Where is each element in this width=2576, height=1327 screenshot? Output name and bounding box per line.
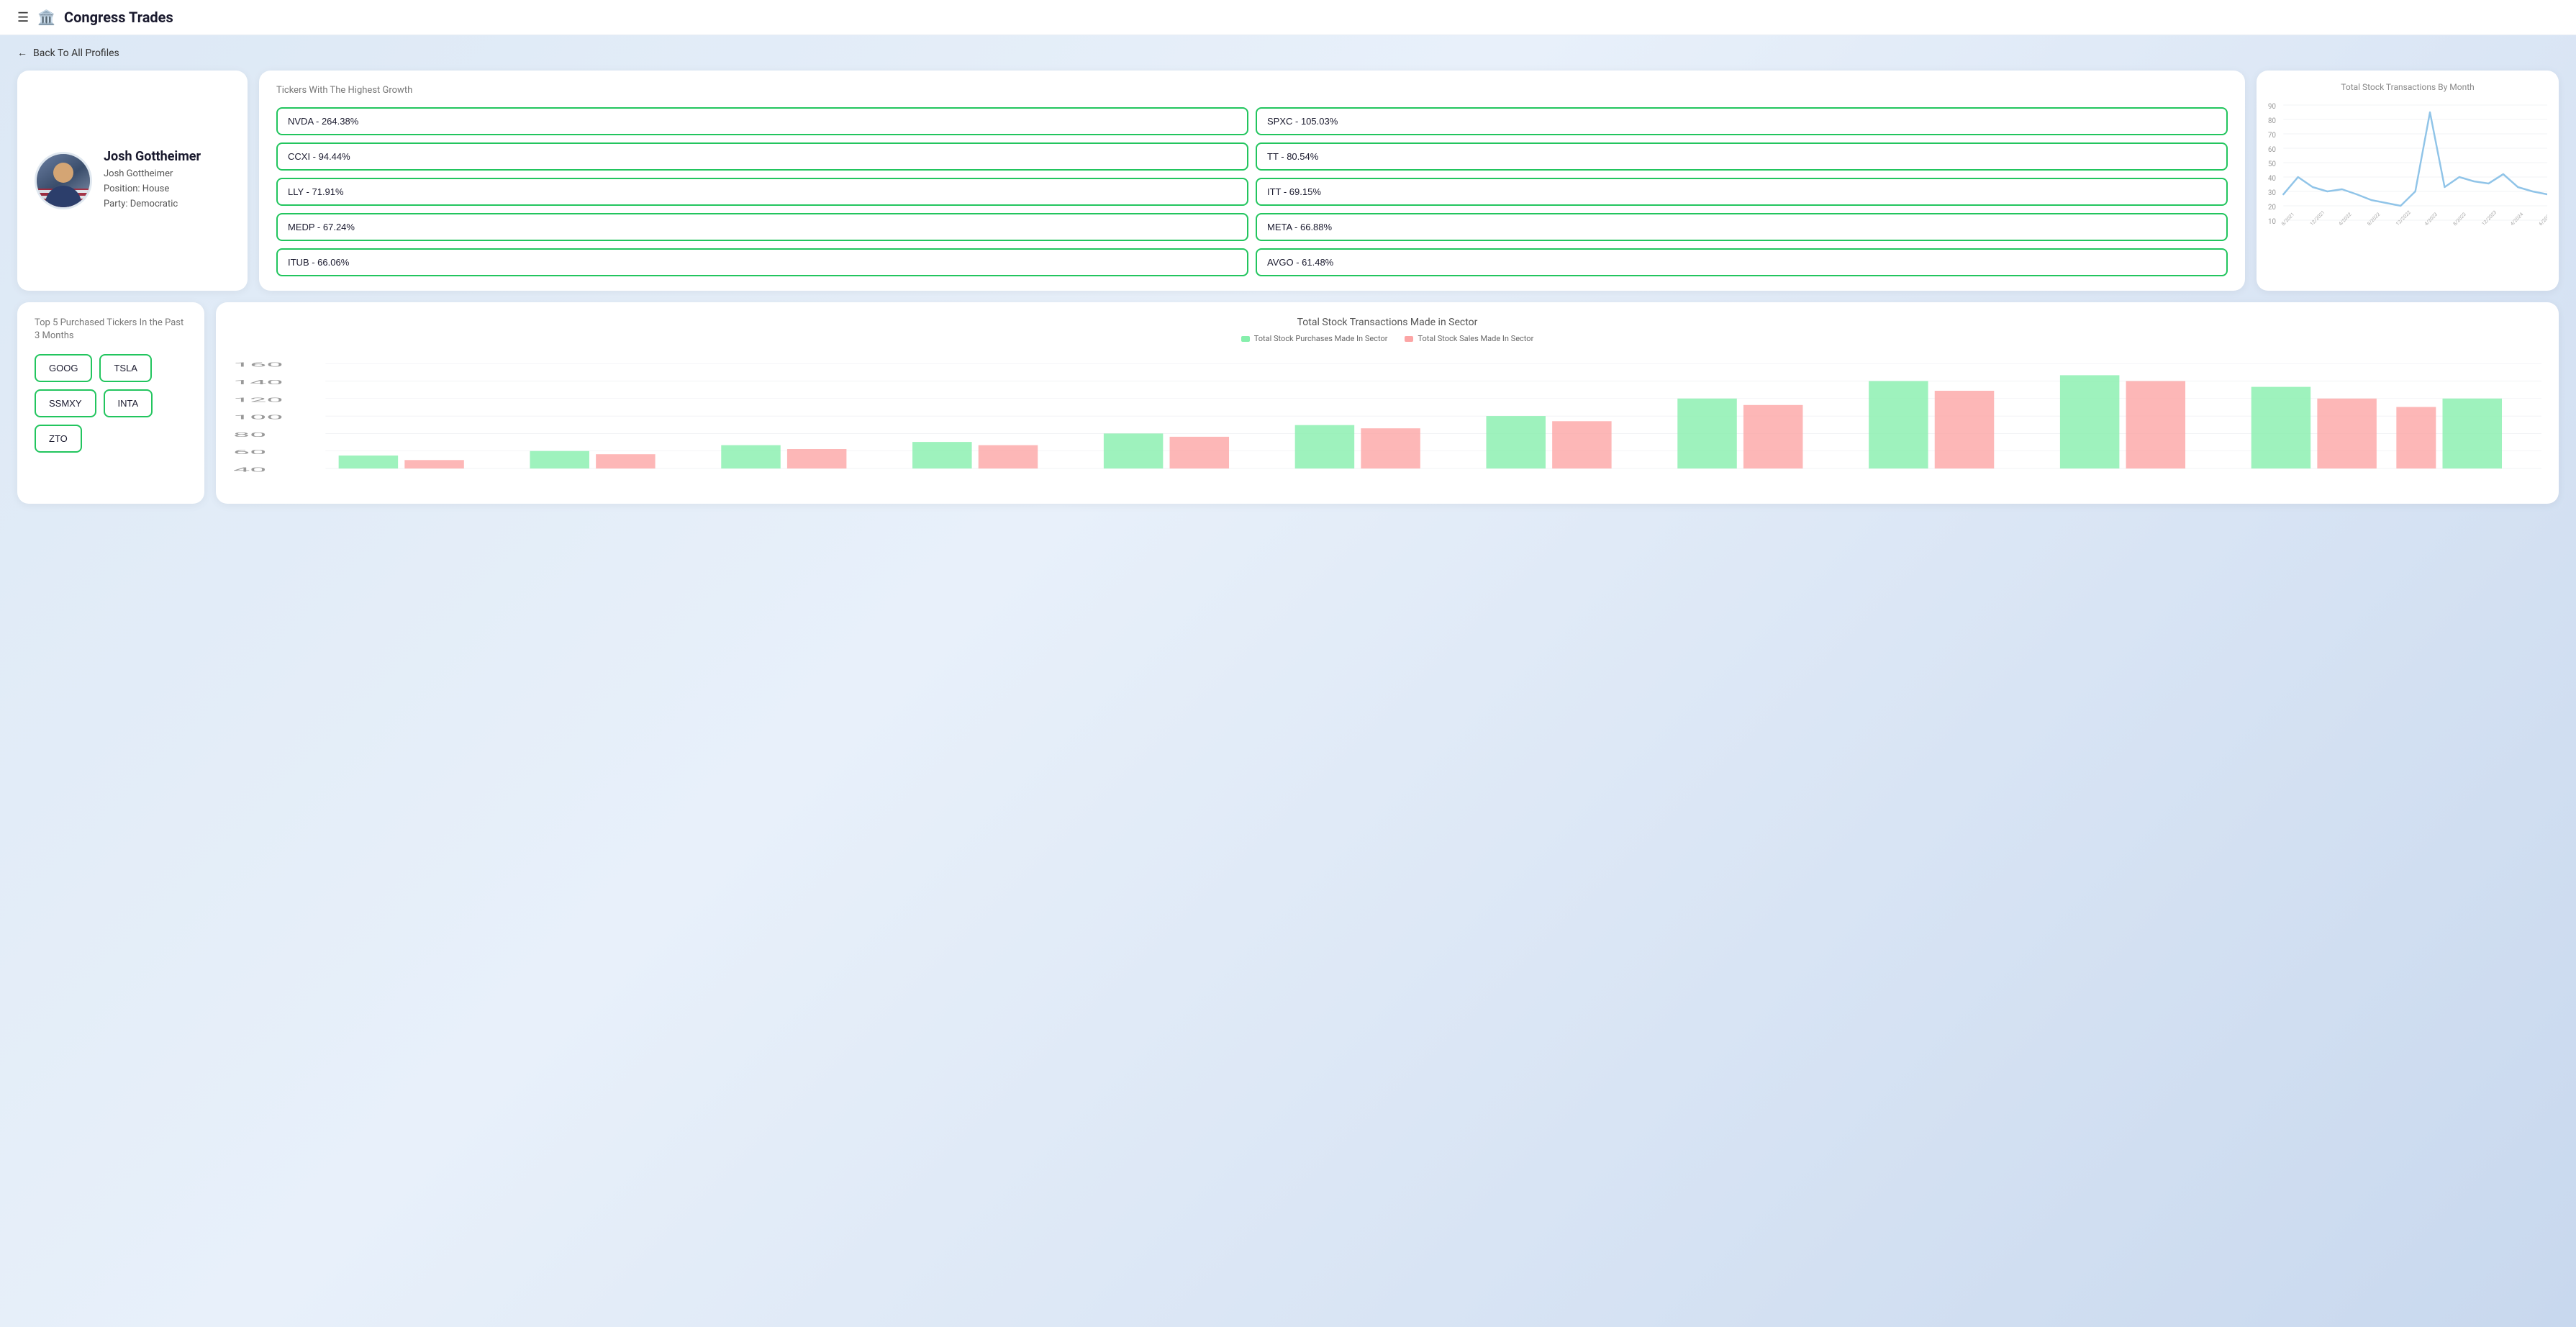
svg-text:4/2022: 4/2022	[2338, 212, 2353, 227]
ticker-button[interactable]: LLY - 71.91%	[276, 178, 1248, 206]
profile-full-name: Josh Gottheimer	[104, 167, 201, 182]
purchased-ticker-button[interactable]: SSMXY	[35, 389, 96, 417]
purchased-ticker-button[interactable]: INTA	[104, 389, 153, 417]
profile-position: Position: House	[104, 182, 201, 197]
hamburger-icon[interactable]: ☰	[17, 10, 29, 25]
svg-text:12/2021: 12/2021	[2309, 209, 2326, 227]
svg-text:80: 80	[233, 432, 266, 439]
profile-info: Josh Gottheimer Josh Gottheimer Position…	[104, 149, 201, 212]
legend-purchases-dot	[1241, 336, 1250, 342]
svg-text:30: 30	[2268, 189, 2276, 197]
legend-purchases: Total Stock Purchases Made In Sector	[1241, 334, 1388, 343]
sector-bar-chart: 40 60 80 100 120 140 160	[233, 352, 2541, 481]
app-title: Congress Trades	[64, 9, 173, 26]
growth-card: Tickers With The Highest Growth NVDA - 2…	[259, 71, 2245, 291]
svg-text:8/2023: 8/2023	[2452, 212, 2467, 227]
ticker-button[interactable]: TT - 80.54%	[1256, 142, 2228, 171]
ticker-row: SSMXY INTA	[35, 389, 187, 417]
sector-chart-card: Total Stock Transactions Made in Sector …	[216, 302, 2559, 504]
sector-chart-legend: Total Stock Purchases Made In Sector Tot…	[233, 334, 2541, 343]
profile-name: Josh Gottheimer	[104, 149, 201, 164]
svg-text:6/2024: 6/2024	[2538, 212, 2547, 227]
svg-text:40: 40	[2268, 175, 2276, 183]
back-arrow-icon: ←	[17, 47, 27, 59]
svg-text:50: 50	[2268, 160, 2276, 168]
svg-text:100: 100	[233, 414, 284, 421]
ticker-button[interactable]: AVGO - 61.48%	[1256, 248, 2228, 276]
svg-text:60: 60	[233, 449, 266, 456]
purchased-ticker-list: GOOGTSLASSMXYINTAZTO	[35, 354, 187, 453]
svg-text:8/2022: 8/2022	[2366, 212, 2381, 227]
avatar	[35, 152, 92, 209]
purchased-card-title: Top 5 Purchased Tickers In the Past 3 Mo…	[35, 317, 187, 343]
transactions-chart-card: Total Stock Transactions By Month 10 20 …	[2257, 71, 2559, 291]
svg-text:160: 160	[233, 361, 284, 368]
back-nav[interactable]: ← Back To All Profiles	[0, 35, 2576, 71]
svg-text:8/2021: 8/2021	[2280, 212, 2295, 227]
svg-text:140: 140	[233, 379, 284, 386]
svg-text:4/2024: 4/2024	[2509, 212, 2524, 227]
svg-text:10: 10	[2268, 218, 2276, 226]
app-header: ☰ 🏛️ Congress Trades	[0, 0, 2576, 35]
svg-text:40: 40	[233, 466, 266, 474]
legend-sales-dot	[1405, 336, 1413, 342]
legend-sales: Total Stock Sales Made In Sector	[1405, 334, 1533, 343]
svg-text:80: 80	[2268, 117, 2276, 125]
legend-purchases-label: Total Stock Purchases Made In Sector	[1254, 334, 1388, 343]
profile-card: Josh Gottheimer Josh Gottheimer Position…	[17, 71, 248, 291]
svg-text:60: 60	[2268, 146, 2276, 154]
ticker-button[interactable]: META - 66.88%	[1256, 213, 2228, 241]
bottom-row: Top 5 Purchased Tickers In the Past 3 Mo…	[17, 302, 2559, 504]
svg-text:90: 90	[2268, 103, 2276, 111]
ticker-button[interactable]: CCXI - 94.44%	[276, 142, 1248, 171]
ticker-button[interactable]: ITT - 69.15%	[1256, 178, 2228, 206]
svg-text:4/2023: 4/2023	[2423, 212, 2439, 227]
growth-card-title: Tickers With The Highest Growth	[276, 85, 2228, 96]
purchased-ticker-button[interactable]: ZTO	[35, 425, 82, 453]
svg-text:12/2023: 12/2023	[2481, 209, 2498, 227]
svg-text:12/2022: 12/2022	[2395, 209, 2412, 227]
back-nav-label: Back To All Profiles	[33, 47, 119, 59]
profile-party: Party: Democratic	[104, 197, 201, 212]
svg-text:120: 120	[233, 397, 284, 404]
sector-chart-title: Total Stock Transactions Made in Sector	[233, 317, 2541, 328]
purchased-ticker-button[interactable]: GOOG	[35, 354, 92, 382]
svg-text:20: 20	[2268, 204, 2276, 212]
purchased-ticker-button[interactable]: TSLA	[99, 354, 152, 382]
logo-icon: 🏛️	[37, 9, 55, 26]
ticker-button[interactable]: MEDP - 67.24%	[276, 213, 1248, 241]
top-row: Josh Gottheimer Josh Gottheimer Position…	[17, 71, 2559, 291]
transactions-chart-title: Total Stock Transactions By Month	[2268, 82, 2547, 92]
ticker-button[interactable]: SPXC - 105.03%	[1256, 107, 2228, 135]
ticker-button[interactable]: ITUB - 66.06%	[276, 248, 1248, 276]
ticker-grid: NVDA - 264.38% SPXC - 105.03% CCXI - 94.44…	[276, 107, 2228, 276]
main-content: Josh Gottheimer Josh Gottheimer Position…	[0, 71, 2576, 521]
purchased-card: Top 5 Purchased Tickers In the Past 3 Mo…	[17, 302, 204, 504]
transactions-line-chart: 10 20 30 40 50 60 70 80 90	[2268, 98, 2547, 227]
svg-text:70: 70	[2268, 132, 2276, 140]
ticker-row: GOOGTSLA	[35, 354, 187, 382]
legend-sales-label: Total Stock Sales Made In Sector	[1418, 334, 1533, 343]
ticker-button[interactable]: NVDA - 264.38%	[276, 107, 1248, 135]
ticker-row: ZTO	[35, 425, 187, 453]
